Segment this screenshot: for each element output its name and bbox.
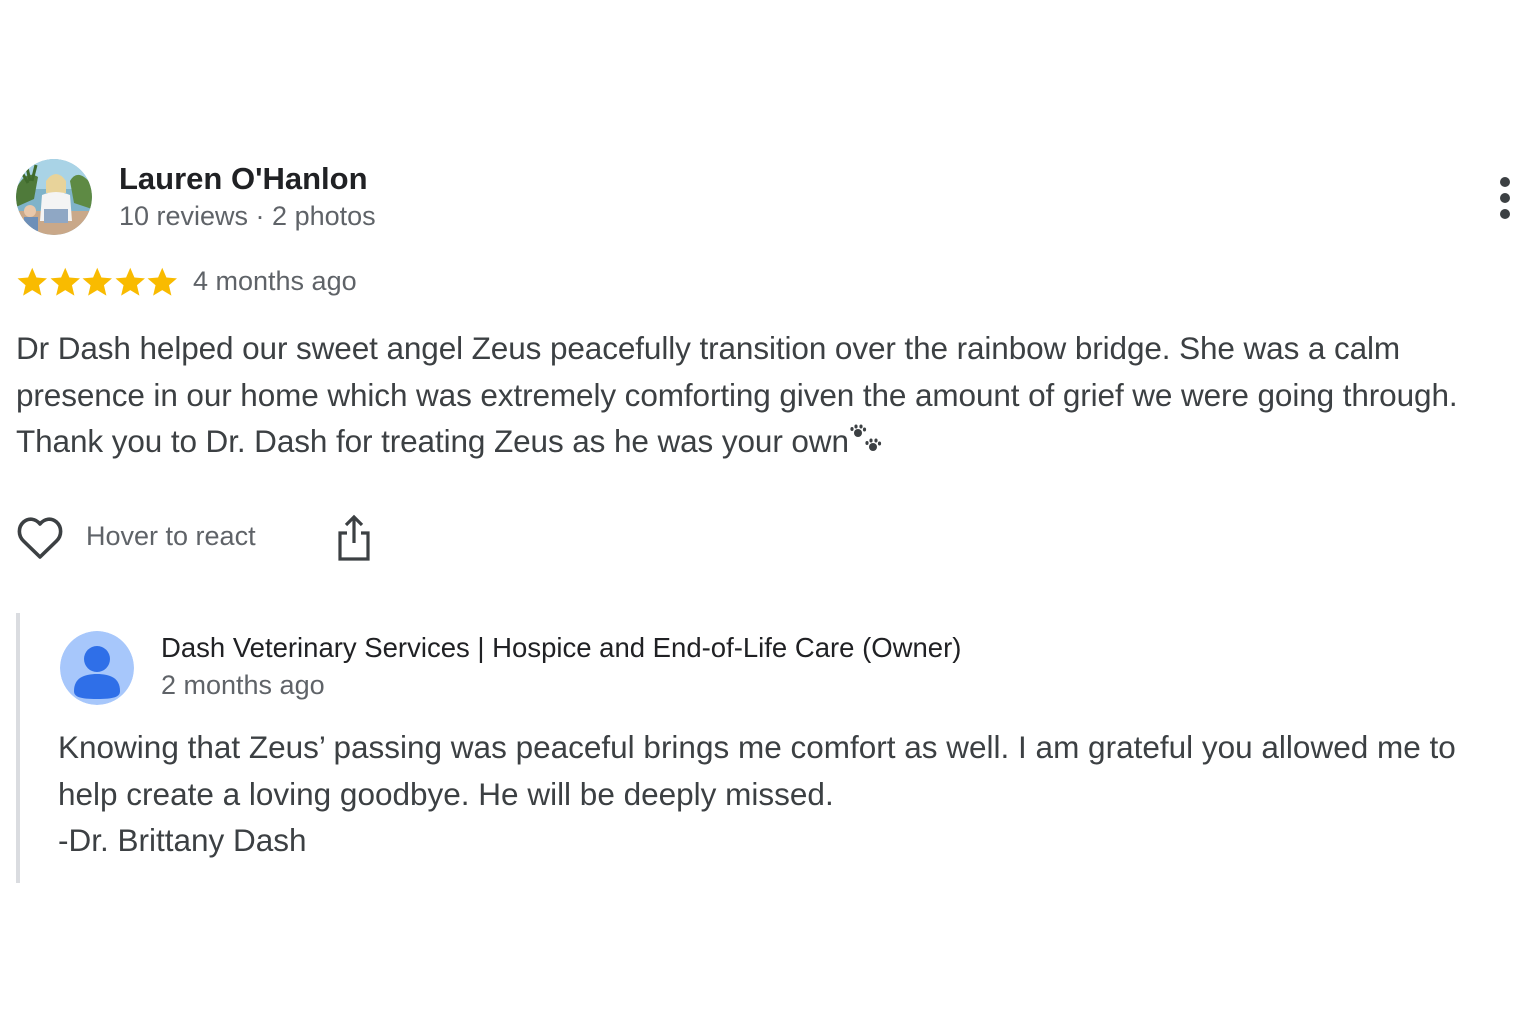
default-user-avatar-icon xyxy=(60,631,134,705)
star-icon xyxy=(147,267,177,296)
owner-reply-line: -Dr. Brittany Dash xyxy=(58,822,307,858)
review-time: 4 months ago xyxy=(193,266,357,296)
star-icon xyxy=(82,267,112,296)
react-label: Hover to react xyxy=(86,521,256,551)
reviewer-meta[interactable]: 10 reviews · 2 photos xyxy=(119,201,376,232)
reviewer-name[interactable]: Lauren O'Hanlon xyxy=(119,161,368,197)
star-icon xyxy=(50,267,80,296)
more-options-button[interactable] xyxy=(1490,173,1520,223)
review-text-line: Thank you to Dr. Dash for treating Zeus … xyxy=(16,418,1531,469)
owner-avatar[interactable] xyxy=(60,631,134,705)
heart-outline-icon xyxy=(17,517,63,559)
more-vertical-icon xyxy=(1500,177,1510,219)
review-text-line: presence in our home which was extremely… xyxy=(16,376,1458,413)
owner-reply-line: Knowing that Zeus’ passing was peaceful … xyxy=(58,729,1456,765)
react-button[interactable]: Hover to react xyxy=(16,513,276,563)
owner-reply: Dash Veterinary Services | Hospice and E… xyxy=(16,613,1530,883)
share-button[interactable] xyxy=(334,513,374,563)
share-icon xyxy=(338,514,370,561)
star-icon xyxy=(17,267,47,296)
review-text-line: Dr Dash helped our sweet angel Zeus peac… xyxy=(16,330,1401,366)
star-rating xyxy=(16,265,179,299)
star-icon xyxy=(115,267,145,296)
reviewer-header: Lauren O'Hanlon 10 reviews · 2 photos xyxy=(16,159,1526,237)
review-card: Lauren O'Hanlon 10 reviews · 2 photos 4 … xyxy=(16,159,1526,561)
reviewer-avatar[interactable] xyxy=(16,159,92,235)
reviewer-photo-icon xyxy=(16,159,92,235)
rating-row: 4 months ago xyxy=(16,263,1526,303)
paw-prints-icon xyxy=(849,422,883,469)
review-text: Dr Dash helped our sweet angel Zeus peac… xyxy=(16,325,1531,469)
owner-reply-line: help create a loving goodbye. He will be… xyxy=(58,775,834,812)
review-text-line-content: Thank you to Dr. Dash for treating Zeus … xyxy=(16,423,849,459)
owner-reply-time: 2 months ago xyxy=(161,670,325,700)
owner-name: Dash Veterinary Services | Hospice and E… xyxy=(161,632,962,663)
owner-reply-text: Knowing that Zeus’ passing was peaceful … xyxy=(58,724,1528,864)
review-actions: Hover to react xyxy=(16,513,516,563)
